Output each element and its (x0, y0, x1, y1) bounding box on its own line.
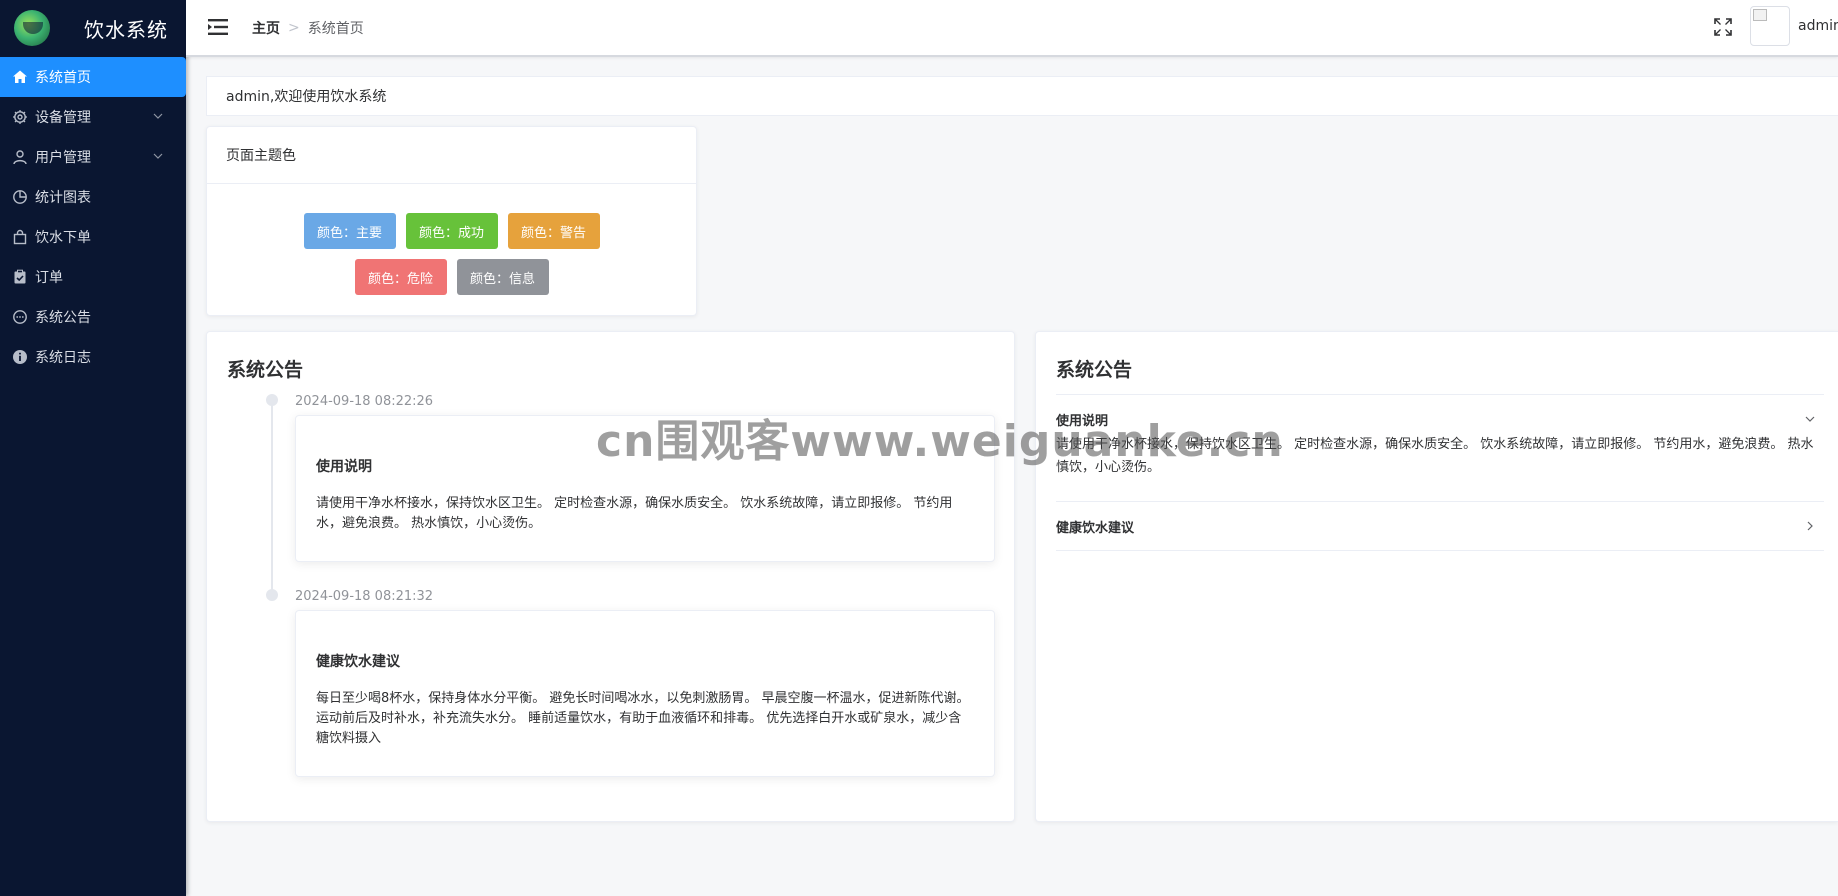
accordion-item-title: 使用说明 (1056, 413, 1109, 429)
pie-chart-icon (12, 189, 28, 205)
announcement-accordion-card: 系统公告 使用说明 请使用干净水杯接水，保持饮水区卫生。 定时检查水源，确保水质… (1035, 331, 1838, 822)
sidebar-item-user-management[interactable]: 用户管理 (0, 137, 186, 177)
gear-icon (12, 109, 28, 125)
timeline-item: 健康饮水建议 每日至少喝8杯水，保持身体水分平衡。 避免长时间喝冰水，以免刺激肠… (295, 610, 995, 777)
app-logo (14, 10, 50, 46)
app-title: 饮水系统 (84, 17, 168, 42)
fullscreen-icon[interactable] (1714, 18, 1732, 36)
accordion-item: 使用说明 请使用干净水杯接水，保持饮水区卫生。 定时检查水源，确保水质安全。 饮… (1056, 395, 1824, 502)
breadcrumb-home-link[interactable]: 主页 (252, 18, 280, 38)
sidebar-item-label: 统计图表 (35, 190, 91, 206)
timeline-item-title: 使用说明 (316, 459, 372, 475)
avatar[interactable] (1750, 6, 1790, 46)
timeline-item-body: 每日至少喝8杯水，保持身体水分平衡。 避免长时间喝冰水，以免刺激肠胃。 早晨空腹… (316, 691, 970, 746)
clipboard-check-icon (12, 269, 28, 285)
sidebar-item-label: 订单 (35, 270, 63, 286)
swatch-primary[interactable]: 颜色：主要 (303, 213, 396, 249)
brand[interactable]: 饮水系统 (0, 0, 186, 56)
swatch-group: 颜色：主要 颜色：成功 颜色：警告 颜色：危险 颜色：信息 (207, 184, 696, 295)
sidebar-item-system-log[interactable]: 系统日志 (0, 337, 186, 377)
swatch-success[interactable]: 颜色：成功 (405, 213, 498, 249)
breadcrumb-current: 系统首页 (307, 21, 364, 37)
timeline-item: 使用说明 请使用干净水杯接水，保持饮水区卫生。 定时检查水源，确保水质安全。 饮… (295, 415, 995, 562)
sidebar-item-label: 饮水下单 (35, 230, 91, 246)
sidebar-item-label: 系统首页 (35, 70, 91, 86)
welcome-text: admin,欢迎使用饮水系统 (226, 89, 387, 105)
accordion-item-body: 请使用干净水杯接水，保持饮水区卫生。 定时检查水源，确保水质安全。 饮水系统故障… (1056, 437, 1814, 475)
timeline-item-body: 请使用干净水杯接水，保持饮水区卫生。 定时检查水源，确保水质安全。 饮水系统故障… (316, 496, 953, 531)
timeline-line (271, 400, 273, 596)
breadcrumb: 主页 > 系统首页 (252, 18, 364, 38)
accordion-card-title: 系统公告 (1056, 359, 1133, 381)
timeline-time: 2024-09-18 08:22:26 (295, 394, 434, 409)
timeline-time: 2024-09-18 08:21:32 (295, 589, 434, 604)
announcement-timeline-card: 系统公告 2024-09-18 08:22:26 使用说明 请使用干净水杯接水，… (206, 331, 1015, 822)
chevron-down-icon (1805, 416, 1815, 422)
sidebar-item-water-order[interactable]: 饮水下单 (0, 217, 186, 257)
welcome-bar: admin,欢迎使用饮水系统 (206, 76, 1838, 116)
announcement-card-title: 系统公告 (227, 359, 304, 381)
accordion-item: 健康饮水建议 (1056, 502, 1824, 551)
sidebar-menu: 系统首页 设备管理 用户管理 统计图表 饮水下单 订单 系统公告 系统日志 (0, 57, 186, 377)
breadcrumb-separator: > (288, 20, 300, 36)
top-header: 主页 > 系统首页 admin (186, 0, 1838, 57)
home-icon (12, 69, 28, 85)
swatch-info[interactable]: 颜色：信息 (456, 259, 549, 295)
sidebar-item-label: 系统公告 (35, 310, 91, 326)
chat-bubble-icon (12, 309, 28, 325)
sidebar-item-orders[interactable]: 订单 (0, 257, 186, 297)
sidebar: 饮水系统 系统首页 设备管理 用户管理 统计图表 饮水下单 订单 系统公告 系统… (0, 0, 186, 896)
user-icon (12, 149, 28, 165)
theme-card-title: 页面主题色 (207, 127, 696, 184)
swatch-danger[interactable]: 颜色：危险 (354, 259, 447, 295)
accordion-header-health-tips[interactable]: 健康饮水建议 (1056, 502, 1824, 550)
accordion-header-usage[interactable]: 使用说明 (1056, 395, 1824, 443)
swatch-warning[interactable]: 颜色：警告 (507, 213, 600, 249)
chevron-right-icon (1807, 521, 1813, 531)
timeline-dot (266, 589, 278, 601)
sidebar-item-device-management[interactable]: 设备管理 (0, 97, 186, 137)
sidebar-item-label: 设备管理 (35, 110, 91, 126)
accordion: 使用说明 请使用干净水杯接水，保持饮水区卫生。 定时检查水源，确保水质安全。 饮… (1056, 394, 1824, 551)
sidebar-item-label: 用户管理 (35, 150, 91, 166)
timeline-item-title: 健康饮水建议 (316, 654, 400, 670)
sidebar-item-announcements[interactable]: 系统公告 (0, 297, 186, 337)
accordion-item-title: 健康饮水建议 (1056, 520, 1135, 536)
menu-collapse-icon[interactable] (208, 18, 228, 36)
theme-color-card: 页面主题色 颜色：主要 颜色：成功 颜色：警告 颜色：危险 颜色：信息 (206, 126, 697, 316)
sidebar-item-statistics[interactable]: 统计图表 (0, 177, 186, 217)
sidebar-item-home[interactable]: 系统首页 (0, 57, 186, 97)
chevron-down-icon (153, 153, 163, 159)
info-icon (12, 349, 28, 365)
timeline-dot (266, 394, 278, 406)
chevron-down-icon (153, 113, 163, 119)
shopping-bag-icon (12, 229, 28, 245)
sidebar-item-label: 系统日志 (35, 350, 91, 366)
user-name[interactable]: admin (1798, 18, 1838, 34)
